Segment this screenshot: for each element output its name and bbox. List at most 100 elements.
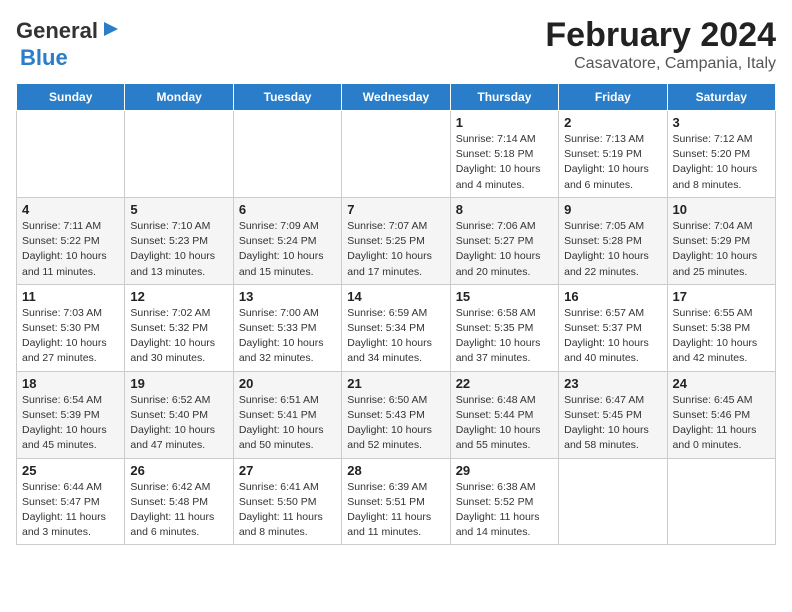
logo: General Blue — [16, 16, 122, 71]
calendar-cell — [559, 458, 667, 545]
day-number: 16 — [564, 289, 661, 304]
day-info: Sunrise: 6:45 AMSunset: 5:46 PMDaylight:… — [673, 393, 770, 454]
day-number: 9 — [564, 202, 661, 217]
day-number: 15 — [456, 289, 553, 304]
day-info: Sunrise: 7:14 AMSunset: 5:18 PMDaylight:… — [456, 132, 553, 193]
calendar-cell: 16 Sunrise: 6:57 AMSunset: 5:37 PMDayligh… — [559, 284, 667, 371]
day-number: 28 — [347, 463, 444, 478]
calendar-cell: 9 Sunrise: 7:05 AMSunset: 5:28 PMDaylight… — [559, 197, 667, 284]
main-title: February 2024 — [545, 16, 776, 55]
calendar-cell — [125, 111, 233, 198]
day-number: 13 — [239, 289, 336, 304]
title-section: February 2024 Casavatore, Campania, Ital… — [545, 16, 776, 73]
calendar-cell: 25 Sunrise: 6:44 AMSunset: 5:47 PMDayligh… — [17, 458, 125, 545]
day-number: 29 — [456, 463, 553, 478]
day-number: 2 — [564, 115, 661, 130]
calendar-cell: 7 Sunrise: 7:07 AMSunset: 5:25 PMDaylight… — [342, 197, 450, 284]
calendar-cell: 11 Sunrise: 7:03 AMSunset: 5:30 PMDayligh… — [17, 284, 125, 371]
day-info: Sunrise: 6:39 AMSunset: 5:51 PMDaylight:… — [347, 480, 444, 541]
day-info: Sunrise: 6:42 AMSunset: 5:48 PMDaylight:… — [130, 480, 227, 541]
day-info: Sunrise: 7:03 AMSunset: 5:30 PMDaylight:… — [22, 306, 119, 367]
calendar-cell: 4 Sunrise: 7:11 AMSunset: 5:22 PMDaylight… — [17, 197, 125, 284]
calendar-table: SundayMondayTuesdayWednesdayThursdayFrid… — [16, 83, 776, 545]
day-number: 19 — [130, 376, 227, 391]
day-info: Sunrise: 7:05 AMSunset: 5:28 PMDaylight:… — [564, 219, 661, 280]
calendar-cell: 14 Sunrise: 6:59 AMSunset: 5:34 PMDayligh… — [342, 284, 450, 371]
calendar-cell: 1 Sunrise: 7:14 AMSunset: 5:18 PMDaylight… — [450, 111, 558, 198]
day-number: 25 — [22, 463, 119, 478]
day-number: 12 — [130, 289, 227, 304]
week-row-3: 11 Sunrise: 7:03 AMSunset: 5:30 PMDayligh… — [17, 284, 776, 371]
calendar-cell: 8 Sunrise: 7:06 AMSunset: 5:27 PMDaylight… — [450, 197, 558, 284]
day-info: Sunrise: 7:02 AMSunset: 5:32 PMDaylight:… — [130, 306, 227, 367]
weekday-header-monday: Monday — [125, 84, 233, 111]
logo-arrow-icon — [100, 18, 122, 40]
day-number: 27 — [239, 463, 336, 478]
day-info: Sunrise: 6:59 AMSunset: 5:34 PMDaylight:… — [347, 306, 444, 367]
calendar-cell: 22 Sunrise: 6:48 AMSunset: 5:44 PMDayligh… — [450, 371, 558, 458]
day-number: 26 — [130, 463, 227, 478]
day-number: 1 — [456, 115, 553, 130]
calendar-cell: 19 Sunrise: 6:52 AMSunset: 5:40 PMDayligh… — [125, 371, 233, 458]
weekday-header-friday: Friday — [559, 84, 667, 111]
day-number: 10 — [673, 202, 770, 217]
calendar-cell — [667, 458, 775, 545]
calendar-cell: 17Sunrise: 6:55 AMSunset: 5:38 PMDayligh… — [667, 284, 775, 371]
day-info: Sunrise: 6:41 AMSunset: 5:50 PMDaylight:… — [239, 480, 336, 541]
calendar-cell: 23Sunrise: 6:47 AMSunset: 5:45 PMDayligh… — [559, 371, 667, 458]
calendar-cell: 21 Sunrise: 6:50 AMSunset: 5:43 PMDayligh… — [342, 371, 450, 458]
calendar-cell: 13Sunrise: 7:00 AMSunset: 5:33 PMDayligh… — [233, 284, 341, 371]
day-info: Sunrise: 7:04 AMSunset: 5:29 PMDaylight:… — [673, 219, 770, 280]
calendar-cell — [17, 111, 125, 198]
header: General Blue February 2024 Casavatore, C… — [16, 16, 776, 73]
day-info: Sunrise: 7:07 AMSunset: 5:25 PMDaylight:… — [347, 219, 444, 280]
day-number: 14 — [347, 289, 444, 304]
weekday-header-saturday: Saturday — [667, 84, 775, 111]
weekday-header-tuesday: Tuesday — [233, 84, 341, 111]
day-info: Sunrise: 7:06 AMSunset: 5:27 PMDaylight:… — [456, 219, 553, 280]
calendar-cell: 27 Sunrise: 6:41 AMSunset: 5:50 PMDayligh… — [233, 458, 341, 545]
day-number: 20 — [239, 376, 336, 391]
day-number: 5 — [130, 202, 227, 217]
calendar-cell: 10 Sunrise: 7:04 AMSunset: 5:29 PMDayligh… — [667, 197, 775, 284]
day-number: 23 — [564, 376, 661, 391]
day-number: 21 — [347, 376, 444, 391]
day-info: Sunrise: 6:44 AMSunset: 5:47 PMDaylight:… — [22, 480, 119, 541]
day-info: Sunrise: 7:12 AMSunset: 5:20 PMDaylight:… — [673, 132, 770, 193]
week-row-1: 1 Sunrise: 7:14 AMSunset: 5:18 PMDaylight… — [17, 111, 776, 198]
week-row-2: 4 Sunrise: 7:11 AMSunset: 5:22 PMDaylight… — [17, 197, 776, 284]
day-info: Sunrise: 6:57 AMSunset: 5:37 PMDaylight:… — [564, 306, 661, 367]
day-number: 4 — [22, 202, 119, 217]
day-info: Sunrise: 6:48 AMSunset: 5:44 PMDaylight:… — [456, 393, 553, 454]
day-info: Sunrise: 7:11 AMSunset: 5:22 PMDaylight:… — [22, 219, 119, 280]
calendar-cell: 29 Sunrise: 6:38 AMSunset: 5:52 PMDayligh… — [450, 458, 558, 545]
calendar-cell: 24Sunrise: 6:45 AMSunset: 5:46 PMDayligh… — [667, 371, 775, 458]
day-number: 6 — [239, 202, 336, 217]
day-number: 7 — [347, 202, 444, 217]
day-info: Sunrise: 6:58 AMSunset: 5:35 PMDaylight:… — [456, 306, 553, 367]
calendar-cell: 3Sunrise: 7:12 AMSunset: 5:20 PMDaylight… — [667, 111, 775, 198]
weekday-header-wednesday: Wednesday — [342, 84, 450, 111]
weekday-header-thursday: Thursday — [450, 84, 558, 111]
calendar-cell — [342, 111, 450, 198]
day-number: 8 — [456, 202, 553, 217]
calendar-cell: 20 Sunrise: 6:51 AMSunset: 5:41 PMDayligh… — [233, 371, 341, 458]
week-row-4: 18Sunrise: 6:54 AMSunset: 5:39 PMDayligh… — [17, 371, 776, 458]
day-info: Sunrise: 6:51 AMSunset: 5:41 PMDaylight:… — [239, 393, 336, 454]
day-info: Sunrise: 6:52 AMSunset: 5:40 PMDaylight:… — [130, 393, 227, 454]
logo-blue: Blue — [20, 45, 68, 70]
weekday-header-sunday: Sunday — [17, 84, 125, 111]
day-info: Sunrise: 6:38 AMSunset: 5:52 PMDaylight:… — [456, 480, 553, 541]
day-info: Sunrise: 7:10 AMSunset: 5:23 PMDaylight:… — [130, 219, 227, 280]
calendar-cell: 5 Sunrise: 7:10 AMSunset: 5:23 PMDaylight… — [125, 197, 233, 284]
day-number: 17 — [673, 289, 770, 304]
weekday-header-row: SundayMondayTuesdayWednesdayThursdayFrid… — [17, 84, 776, 111]
day-number: 11 — [22, 289, 119, 304]
calendar-cell: 12 Sunrise: 7:02 AMSunset: 5:32 PMDayligh… — [125, 284, 233, 371]
calendar-cell: 28 Sunrise: 6:39 AMSunset: 5:51 PMDayligh… — [342, 458, 450, 545]
day-number: 22 — [456, 376, 553, 391]
calendar-cell: 6Sunrise: 7:09 AMSunset: 5:24 PMDaylight… — [233, 197, 341, 284]
day-info: Sunrise: 6:50 AMSunset: 5:43 PMDaylight:… — [347, 393, 444, 454]
day-number: 18 — [22, 376, 119, 391]
sub-title: Casavatore, Campania, Italy — [545, 55, 776, 73]
